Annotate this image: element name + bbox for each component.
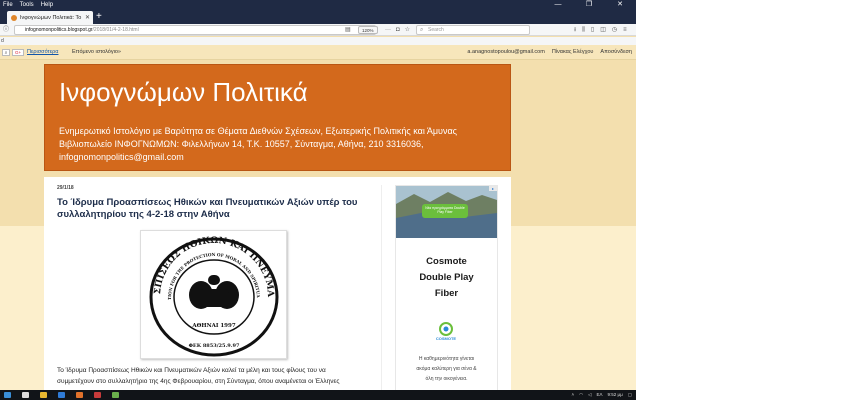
reader-view-icon[interactable]: ▤	[345, 25, 351, 35]
main-content: 29/1/18 Το Ίδρυμα Προασπίσεως Ηθικών και…	[44, 177, 511, 400]
search-taskbar-icon[interactable]	[22, 392, 29, 398]
library-icon[interactable]: ⫼	[582, 24, 585, 36]
app-icon[interactable]	[112, 392, 119, 398]
ad-landscape: Νέα προγράμματα Double Play Fiber	[396, 186, 497, 238]
ad-body-line: Η καθημερινότητα γίνεται	[418, 356, 475, 362]
ad-choices-icon[interactable]: ▸	[489, 186, 497, 191]
download-icon[interactable]: ⭳	[574, 24, 576, 36]
navigation-bar: ⓘ infognomonpolitics.blogspot.gr/2018/01…	[0, 24, 636, 36]
history-icon[interactable]: ◷	[612, 24, 617, 36]
search-icon: ⌕	[420, 27, 424, 33]
close-tab-icon[interactable]: ✕	[85, 14, 90, 21]
seal-fek: ΦΕΚ 8853/25.9.97	[189, 343, 240, 349]
url-path: /2018/01/4-2-18.html	[92, 27, 139, 33]
maximize-button[interactable]: ❐	[577, 0, 601, 10]
description-line: Βιβλιοπωλείο ΙΝΦΟΓΝΩΜΩΝ: Φιλελλήνων 14, …	[59, 139, 424, 149]
url-bar[interactable]: infognomonpolitics.blogspot.gr/2018/01/4…	[14, 25, 376, 35]
url-host: infognomonpolitics.blogspot.gr	[25, 27, 93, 33]
taskbar: ˄ ◠ ◁ ΕΛ 9:52 μμ ▢	[0, 390, 636, 400]
menu-help[interactable]: Help	[41, 2, 53, 8]
search-placeholder: Search	[428, 27, 444, 33]
network-icon[interactable]: ◠	[579, 390, 583, 400]
seal-graphic: ΙΔΡΥΜΑ ΠΡΟΑΣΠΙΣΕΩΣ ΗΘΙΚΩΝ ΚΑΙ ΠΝΕΥΜΑΤΙΚΩ…	[136, 224, 279, 357]
start-button-icon[interactable]	[4, 392, 11, 398]
notifications-icon[interactable]: ▢	[628, 390, 632, 400]
search-input[interactable]: ⌕ Search	[416, 25, 530, 35]
clock[interactable]: 9:52 μμ	[608, 390, 623, 400]
close-window-button[interactable]: ✕	[608, 0, 632, 10]
foundation-seal-image[interactable]: ΙΔΡΥΜΑ ΠΡΟΑΣΠΙΣΕΩΣ ΗΘΙΚΩΝ ΚΑΙ ΠΝΕΥΜΑΤΙΚΩ…	[136, 224, 287, 359]
window-controls: — ❐ ✕	[543, 0, 636, 10]
google-search-icon[interactable]: ⌕	[2, 49, 10, 56]
tab-strip: Ινφογνώμων Πολιτικά: Το Ίδ... ✕ +	[0, 10, 636, 24]
post-body: Το Ίδρυμα Προασπίσεως Ηθικών και Πνευματ…	[57, 365, 362, 387]
app-icon[interactable]	[94, 392, 101, 398]
ad-logo-text: COSMOTE	[435, 336, 457, 341]
menu-tools[interactable]: Tools	[20, 2, 34, 8]
blog-header: Ινφογνώμων Πολιτικά Ενημερωτικό Ιστολόγι…	[44, 64, 511, 171]
dashboard-link[interactable]: Πίνακας Ελέγχου	[552, 45, 594, 60]
ad-banner-image[interactable]: Νέα προγράμματα Double Play Fiber	[396, 186, 497, 238]
file-explorer-icon[interactable]	[40, 392, 47, 398]
blog-description: Ενημερωτικό Ιστολόγιο με Βαρύτητα σε Θέμ…	[59, 125, 499, 164]
column-divider	[381, 185, 382, 400]
hamburger-menu-icon[interactable]: ≡	[623, 24, 627, 36]
ad-banner-text: Νέα προγράμματα Double Play Fiber	[425, 206, 465, 214]
minimize-button[interactable]: —	[546, 0, 570, 10]
ad-body-line: ακόμα καλύτερη για σένα &	[416, 366, 477, 372]
next-blog-link[interactable]: Επόμενο ιστολόγιο»	[72, 45, 121, 60]
tab-title: Ινφογνώμων Πολιτικά: Το Ίδ...	[20, 14, 82, 21]
input-language[interactable]: ΕΛ	[597, 390, 603, 400]
blog-title[interactable]: Ινφογνώμων Πολιτικά	[59, 77, 308, 108]
bookmarks-bar: d	[0, 37, 636, 45]
pocket-icon[interactable]: ◘	[396, 24, 400, 36]
ad-headline-line: Fiber	[434, 288, 459, 299]
ad-headline-line: Double Play	[419, 272, 474, 283]
cosmote-logo-icon	[439, 322, 453, 336]
info-icon[interactable]: ⓘ	[3, 24, 9, 36]
more-link[interactable]: Περισσότερα	[27, 45, 58, 60]
active-tab[interactable]: Ινφογνώμων Πολιτικά: Το Ίδ... ✕	[7, 11, 93, 24]
new-tab-icon[interactable]: +	[96, 12, 102, 22]
blogger-favicon-icon	[11, 14, 17, 21]
tray-chevron-icon[interactable]: ˄	[571, 390, 574, 400]
bookmark-star-icon[interactable]: ☆	[405, 24, 410, 36]
ad-headline-line: Cosmote	[426, 256, 467, 267]
browser-screen: File Tools Help — ❐ ✕ Ινφογνώμων Πολιτικ…	[0, 0, 636, 400]
bookmark-item[interactable]: d	[1, 38, 4, 44]
menu-file[interactable]: File	[3, 2, 13, 8]
system-tray: ˄ ◠ ◁ ΕΛ 9:52 μμ ▢	[571, 390, 632, 400]
seal-city-year: ΑΘΗΝΑΙ 1997	[191, 323, 236, 329]
app-icon[interactable]	[58, 392, 65, 398]
logout-link[interactable]: Αποσύνδεση	[600, 45, 632, 60]
sidebar-icon[interactable]: ▯	[591, 24, 594, 36]
description-line: Ενημερωτικό Ιστολόγιο με Βαρύτητα σε Θέμ…	[59, 126, 458, 136]
firefox-taskbar-icon[interactable]	[76, 392, 83, 398]
empty-area	[636, 0, 848, 400]
body-line: Το Ίδρυμα Προασπίσεως Ηθικών και Πνευματ…	[57, 367, 326, 374]
volume-icon[interactable]: ◁	[588, 390, 591, 400]
google-plus-button[interactable]: G+	[12, 49, 25, 56]
screenshot-icon[interactable]: ◫	[600, 24, 606, 36]
user-email[interactable]: a.anagnostopoulou@gmail.com	[467, 45, 544, 60]
body-line: συμμετέχουν στο συλλαλητήριο της 4ης Φεβ…	[57, 378, 340, 385]
cosmote-advertisement[interactable]: Νέα προγράμματα Double Play Fiber ▸ Cosm…	[395, 185, 498, 400]
blogger-navbar: ⌕ G+ Περισσότερα Επόμενο ιστολόγιο» a.an…	[0, 45, 636, 60]
post-title[interactable]: Το Ίδρυμα Προασπίσεως Ηθικών και Πνευματ…	[57, 197, 370, 221]
post-date: 29/1/18	[57, 185, 74, 191]
zoom-level-button[interactable]: 120%	[358, 26, 378, 34]
ad-body-line: όλη την οικογένεια.	[425, 376, 468, 382]
page-actions-icon[interactable]: ···	[385, 24, 391, 36]
ad-body: Η καθημερινότητα γίνεται ακόμα καλύτερη …	[400, 354, 493, 384]
description-line: infognomonpolitics@gmail.com	[59, 152, 184, 162]
menu-bar: File Tools Help — ❐ ✕	[0, 0, 636, 10]
ad-headline[interactable]: Cosmote Double Play Fiber	[396, 254, 497, 302]
